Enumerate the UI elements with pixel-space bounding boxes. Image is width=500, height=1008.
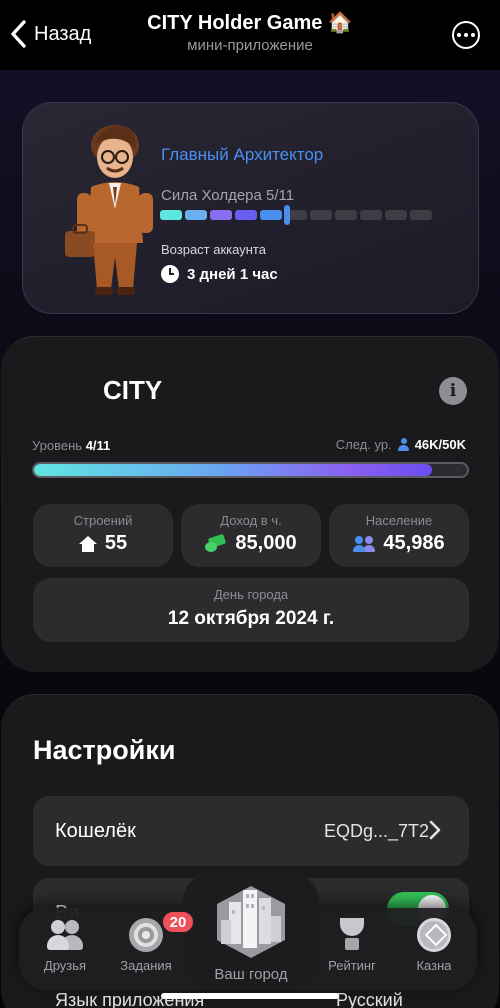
level-label: Уровень	[32, 438, 83, 453]
clock-icon	[161, 265, 179, 283]
next-level-value: 46K/50K	[414, 437, 466, 452]
holder-power-marker	[284, 205, 290, 225]
dot-icon	[471, 33, 475, 37]
power-segment	[385, 210, 407, 220]
tasks-icon: 20	[129, 910, 195, 952]
nav-label: Казна	[416, 958, 452, 973]
chevron-right-icon	[429, 820, 441, 840]
power-segment	[210, 210, 232, 220]
dot-icon	[457, 33, 461, 37]
level-indicator: Уровень 4/11	[32, 438, 110, 453]
stat-label: Строений	[73, 513, 133, 528]
account-age: 3 дней 1 час	[161, 265, 278, 283]
top-bar: Назад CITY Holder Game 🏠 мини-приложение	[0, 0, 500, 70]
level-value: 4/11	[85, 438, 111, 453]
profile-rank: Главный Архитектор	[161, 145, 324, 164]
city-day-value: 12 октября 2024 г.	[167, 608, 335, 629]
stat-buildings: Строений 55	[33, 504, 173, 567]
wallet-row[interactable]: Кошелёк EQDg..._7T2	[33, 796, 469, 866]
treasury-icon	[417, 918, 451, 952]
stat-value: 55	[104, 532, 128, 554]
city-card: CITY i Уровень 4/11 След. ур. 46K/50K Ст…	[1, 336, 499, 672]
language-value[interactable]: Русский	[336, 990, 403, 1008]
nav-label: Друзья	[43, 958, 87, 973]
tasks-badge: 20	[161, 910, 195, 934]
level-progress-fill	[34, 464, 433, 476]
people-icon	[353, 535, 375, 552]
power-segment	[410, 210, 432, 220]
city-day-card: День города 12 октября 2024 г.	[33, 578, 469, 642]
nav-friends[interactable]: Друзья	[25, 918, 105, 973]
nav-label: Рейтинг	[328, 958, 376, 973]
stat-value: 45,986	[383, 532, 445, 554]
nav-label[interactable]: Ваш город	[183, 966, 319, 983]
architect-avatar-icon	[65, 125, 153, 295]
stat-population: Население 45,986	[329, 504, 469, 567]
home-indicator	[161, 993, 339, 999]
person-icon	[397, 437, 409, 452]
stat-label: Население	[365, 513, 433, 528]
power-segment	[235, 210, 257, 220]
stat-label: Доход в ч.	[220, 513, 282, 528]
stat-income: Доход в ч. 85,000	[181, 504, 321, 567]
profile-card: Главный Архитектор Сила Холдера 5/11 Воз…	[22, 102, 479, 314]
trophy-icon	[332, 918, 372, 952]
next-level-indicator: След. ур. 46K/50K	[336, 437, 466, 452]
nav-tasks[interactable]: 20 Задания	[106, 910, 195, 973]
wallet-address: EQDg..._7T2	[323, 821, 429, 841]
holder-power-label: Сила Холдера 5/11	[161, 187, 295, 204]
city-day-label: День города	[213, 587, 289, 602]
dot-icon	[464, 33, 468, 37]
settings-title: Настройки	[33, 735, 176, 765]
wallet-label: Кошелёк	[55, 820, 136, 842]
power-segment	[260, 210, 282, 220]
more-menu-button[interactable]	[452, 21, 480, 49]
account-age-value: 3 дней 1 час	[187, 265, 278, 283]
title-block: CITY Holder Game 🏠 мини-приложение	[0, 10, 500, 54]
money-icon	[205, 536, 227, 552]
page-title: CITY Holder Game 🏠	[147, 12, 353, 34]
power-segment	[185, 210, 207, 220]
city-title: CITY	[103, 375, 163, 405]
nav-label: Задания	[120, 958, 172, 973]
level-progress-bar	[32, 462, 469, 478]
power-segment	[360, 210, 382, 220]
nav-rating[interactable]: Рейтинг	[312, 918, 392, 973]
nav-treasury[interactable]: Казна	[394, 918, 474, 973]
city-icon[interactable]	[205, 880, 297, 960]
info-icon[interactable]: i	[439, 377, 467, 405]
power-segment	[310, 210, 332, 220]
friends-icon	[45, 918, 85, 952]
next-level-label: След. ур.	[335, 437, 392, 452]
stat-value: 85,000	[235, 532, 297, 554]
power-segment	[160, 210, 182, 220]
power-segment	[335, 210, 357, 220]
page-subtitle: мини-приложение	[187, 37, 313, 54]
holder-power-bar	[160, 210, 432, 220]
account-age-label: Возраст аккаунта	[161, 242, 266, 257]
house-icon	[78, 535, 97, 552]
